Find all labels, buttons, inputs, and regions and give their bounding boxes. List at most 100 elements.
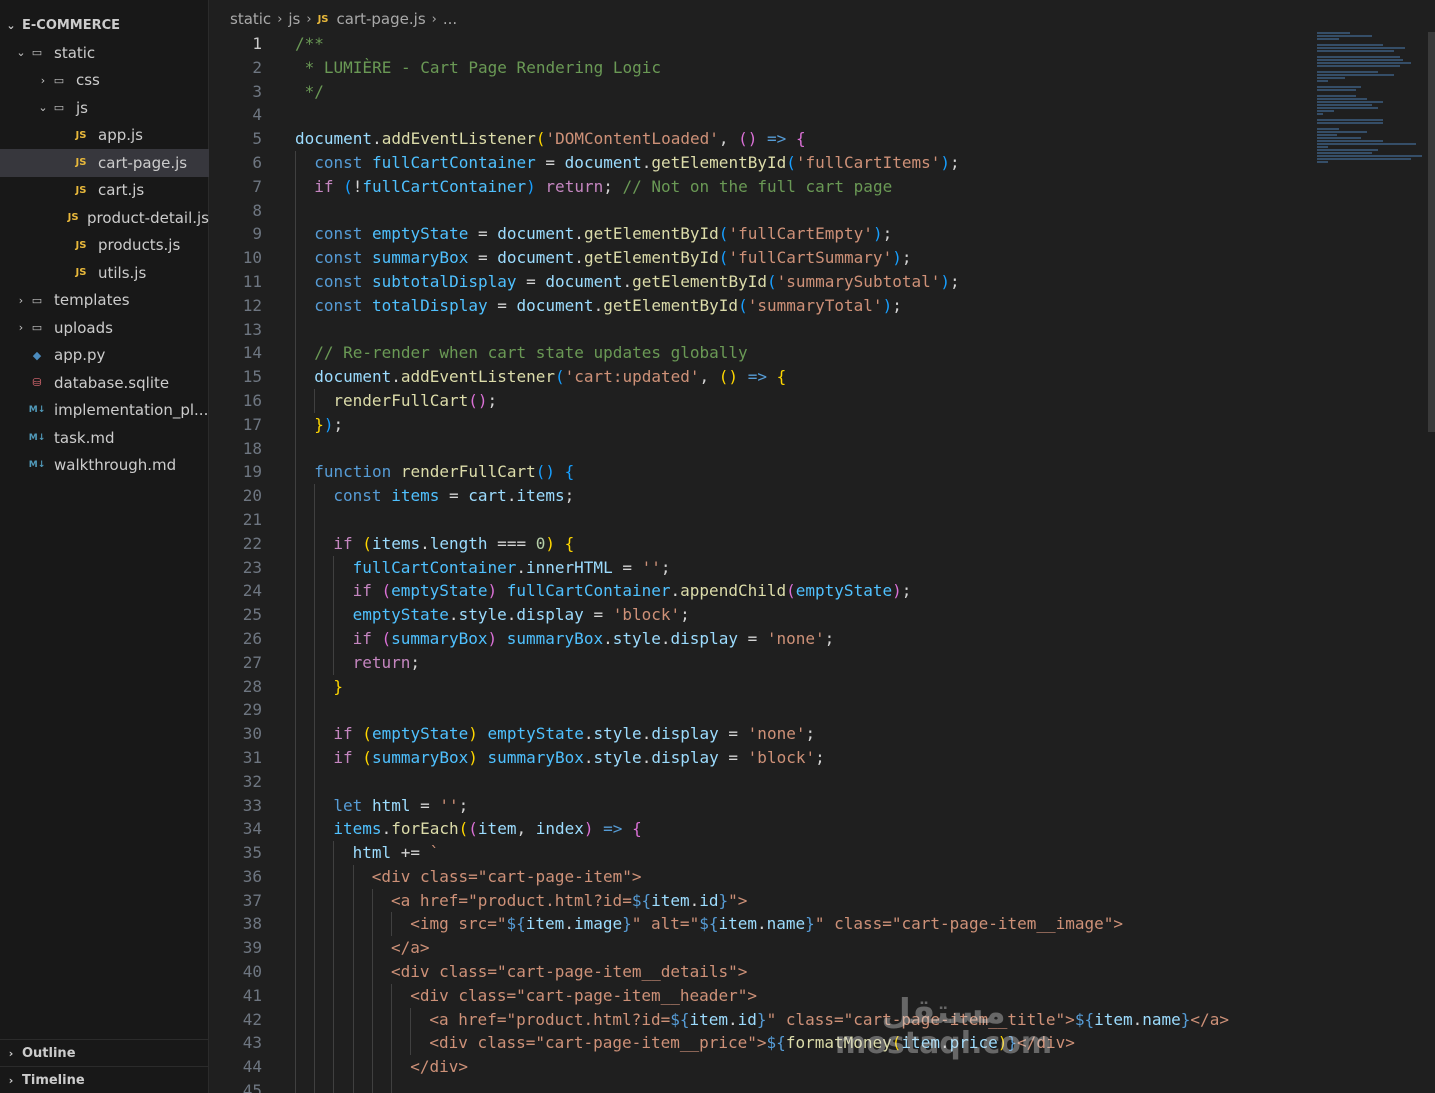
tree-item[interactable]: › ▭ uploads <box>0 314 209 342</box>
outline-label: Outline <box>22 1045 76 1061</box>
code-line[interactable]: 28} <box>210 674 1310 699</box>
explorer-root-folder[interactable]: ⌄ E-COMMERCE <box>0 12 209 39</box>
minimap[interactable] <box>1317 32 1427 192</box>
line-number: 9 <box>252 224 262 244</box>
code-token: ( <box>718 224 729 244</box>
code-line[interactable]: 14 // Re-render when cart state updates g… <box>210 341 1310 366</box>
code-token: /** <box>295 34 324 53</box>
code-token: item <box>477 819 517 839</box>
code-line[interactable]: 40 <div class="cart-page-item__details"> <box>210 960 1310 984</box>
file-tree: ⌄ ▭ static › ▭ css ⌄ ▭ js JS app.js JS cart-page.js J… <box>0 39 209 479</box>
code-token: getElementById <box>603 295 739 315</box>
code-line[interactable]: 41 <div class="cart-page-item__header"> <box>210 983 1310 1008</box>
code-token: } <box>622 914 632 934</box>
breadcrumb-static[interactable]: static <box>230 10 271 28</box>
code-line[interactable]: 21 <box>210 507 1310 532</box>
code-line[interactable]: 5 document.addEventListener('DOMContentLo… <box>210 127 1310 151</box>
tree-item[interactable]: M↓ task.md <box>0 424 209 452</box>
code-line[interactable]: 9 const emptyState = document.getElementB… <box>210 222 1310 247</box>
tree-item[interactable]: › ▭ css <box>0 67 209 95</box>
code-line[interactable]: 7 if (!fullCartContainer) return; // Not … <box>210 174 1310 199</box>
tree-item[interactable]: M↓ implementation_pl... <box>0 397 209 425</box>
tree-item[interactable]: ⌄ ▭ static <box>0 39 209 67</box>
code-line[interactable]: 2 * LUMIÈRE - Cart Page Rendering Logic <box>210 56 1310 80</box>
code-line[interactable]: 8 <box>210 198 1310 223</box>
code-line[interactable]: 45 <box>210 1079 1310 1093</box>
code-line[interactable]: 32 <box>210 769 1310 794</box>
code-line[interactable]: 12 const totalDisplay = document.getEleme… <box>210 293 1310 318</box>
indent-guide <box>295 722 296 746</box>
code-token: if <box>314 176 334 196</box>
code-line[interactable]: 22 if (items.length === 0) { <box>210 531 1310 556</box>
code-line[interactable]: 19 function renderFullCart() { <box>210 460 1310 485</box>
timeline-section[interactable]: › Timeline <box>0 1066 209 1093</box>
code-token: image <box>573 914 623 934</box>
indent-guide <box>371 1055 373 1080</box>
code-line[interactable]: 1 /** <box>210 32 1310 56</box>
line-source: const emptyState = document.getElementBy… <box>314 222 892 246</box>
code-line[interactable]: 27 return; <box>210 650 1310 675</box>
code-line[interactable]: 37 <a href="product.html?id=${item.id}"> <box>210 888 1310 913</box>
code-line[interactable]: 11 const subtotalDisplay = document.getEl… <box>210 269 1310 294</box>
tree-item[interactable]: JS products.js <box>0 232 209 260</box>
code-line[interactable]: 6 const fullCartContainer = document.getE… <box>210 150 1310 175</box>
breadcrumb-file[interactable]: cart-page.js <box>337 10 426 28</box>
code-line[interactable]: 42 <a href="product.html?id=${item.id}" c… <box>210 1007 1310 1032</box>
javascript-file-icon: JS <box>75 129 87 141</box>
outline-section[interactable]: › Outline <box>0 1039 209 1066</box>
code-line[interactable]: 39 </a> <box>210 936 1310 961</box>
code-line[interactable]: 35 html += ` <box>210 841 1310 865</box>
code-line[interactable]: 18 <box>210 436 1310 461</box>
code-token: document <box>497 248 575 268</box>
indent-guide <box>295 246 296 270</box>
code-line[interactable]: 13 <box>210 317 1310 342</box>
tree-item[interactable]: ⛁ database.sqlite <box>0 369 209 397</box>
code-line[interactable]: 3 */ <box>210 80 1310 104</box>
code-line[interactable]: 44 </div> <box>210 1055 1310 1080</box>
tree-item[interactable]: › ▭ templates <box>0 287 209 315</box>
code-line[interactable]: 17}); <box>210 412 1310 437</box>
code-line[interactable]: 25 emptyState.style.display = 'block'; <box>210 603 1310 627</box>
indent-guide <box>391 1055 392 1080</box>
code-token: = <box>718 724 748 744</box>
code-token: ( <box>766 271 777 291</box>
code-line[interactable]: 36 <div class="cart-page-item"> <box>210 864 1310 889</box>
tree-item[interactable]: JS cart-page.js <box>0 149 209 177</box>
code-line[interactable]: 38 <img src="${item.image}" alt="${item.n… <box>210 912 1310 937</box>
vertical-scrollbar[interactable] <box>1428 32 1435 432</box>
code-line[interactable]: 43 <div class="cart-page-item__price">${f… <box>210 1031 1310 1056</box>
code-token: document <box>497 224 575 244</box>
code-line[interactable]: 31 if (summaryBox) summaryBox.style.displ… <box>210 745 1310 770</box>
code-line[interactable]: 10 const summaryBox = document.getElement… <box>210 246 1310 270</box>
code-line[interactable]: 30 if (emptyState) emptyState.style.displ… <box>210 722 1310 746</box>
breadcrumb-js[interactable]: js <box>288 10 300 28</box>
tree-item[interactable]: M↓ walkthrough.md <box>0 452 209 480</box>
tree-item[interactable]: JS cart.js <box>0 177 209 205</box>
code-token: * LUMIÈRE - Cart Page Rendering Logic <box>295 57 662 77</box>
tree-item[interactable]: JS product-detail.js <box>0 204 209 232</box>
minimap-line <box>1317 62 1411 64</box>
code-line[interactable]: 20 const items = cart.items; <box>210 484 1310 508</box>
tree-item[interactable]: JS utils.js <box>0 259 209 287</box>
code-line[interactable]: 4 <box>210 103 1310 127</box>
tree-item[interactable]: JS app.js <box>0 122 209 150</box>
code-line[interactable]: 15 document.addEventListener('cart:update… <box>210 365 1310 389</box>
code-token: ${ <box>631 890 652 910</box>
code-line[interactable]: 16 renderFullCart(); <box>210 388 1310 413</box>
indent-guide <box>371 1007 373 1032</box>
code-editor[interactable]: static › js › JS cart-page.js › ... 1 /**… <box>210 0 1435 1093</box>
breadcrumb-symbols[interactable]: ... <box>443 10 457 28</box>
code-line[interactable]: 24 if (emptyState) fullCartContainer.appe… <box>210 579 1310 604</box>
code-token: 'fullCartEmpty' <box>728 224 873 244</box>
tree-item[interactable]: ⌄ ▭ js <box>0 94 209 122</box>
code-line[interactable]: 34 items.forEach((item, index) => { <box>210 817 1310 842</box>
code-line[interactable]: 26 if (summaryBox) summaryBox.style.displ… <box>210 626 1310 651</box>
tree-item[interactable]: ◆ app.py <box>0 342 209 370</box>
code-line[interactable]: 29 <box>210 698 1310 723</box>
line-source: /** <box>295 32 324 56</box>
code-lines[interactable]: 1 /** 2 * LUMIÈRE - Cart Page Rendering Lo… <box>210 32 1310 1093</box>
code-line[interactable]: 23 fullCartContainer.innerHTML = ''; <box>210 555 1310 580</box>
code-line[interactable]: 33 let html = ''; <box>210 793 1310 818</box>
